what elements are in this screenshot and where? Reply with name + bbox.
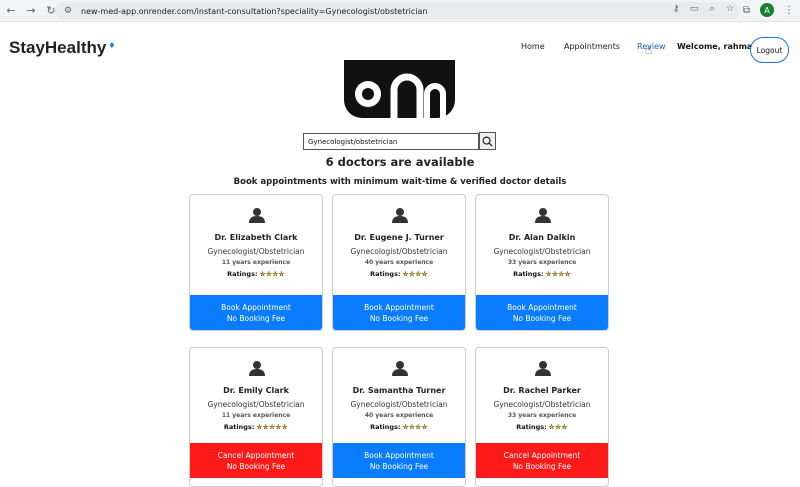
doctor-experience: 11 years experience (221, 412, 291, 419)
cancel-appointment-button[interactable]: Cancel Appointment No Booking Fee (476, 443, 608, 478)
forward-icon[interactable]: → (22, 2, 40, 20)
star-rating-icon: ★★★★★ (256, 423, 289, 431)
star-rating-icon: ★★★★ (545, 270, 571, 278)
ratings-label: Ratings: (513, 270, 544, 278)
booking-fee-label: No Booking Fee (369, 461, 429, 471)
cast-icon[interactable]: ▭ (688, 4, 700, 14)
doctor-card: Dr. Emily Clark Gynecologist/Obstetricia… (189, 347, 323, 487)
cancel-appointment-button[interactable]: Cancel Appointment No Booking Fee (190, 443, 322, 478)
booking-fee-label: No Booking Fee (512, 461, 572, 471)
doctor-speciality: Gynecologist/Obstetrician (350, 400, 448, 409)
person-icon (249, 208, 265, 223)
mouse-pointer-icon: ☝ (645, 43, 653, 57)
doctor-rating: Ratings: ★★★★★ (190, 423, 322, 431)
doctor-experience: 33 years experience (507, 412, 577, 419)
doctor-card: Dr. Alan Dalkin Gynecologist/Obstetricia… (475, 194, 609, 331)
menu-kebab-icon[interactable]: ⋮ (784, 5, 794, 16)
doctor-speciality: Gynecologist/Obstetrician (493, 400, 591, 409)
ratings-label: Ratings: (223, 423, 255, 431)
nav-appointments-link[interactable]: Appointments (564, 42, 620, 51)
person-icon (392, 361, 408, 376)
password-key-icon[interactable]: ⚷ (670, 4, 682, 14)
doctor-name: Dr. Eugene J. Turner (354, 233, 444, 242)
doctor-experience: 33 years experience (507, 259, 577, 266)
book-appointment-button[interactable]: Book Appointment No Booking Fee (333, 443, 465, 478)
ratings-label: Ratings: (370, 423, 401, 431)
zoom-icon[interactable]: ⌕ (706, 4, 718, 14)
booking-fee-label: No Booking Fee (226, 313, 286, 323)
speciality-search-input[interactable]: Gynecologist/obstetrician (303, 133, 479, 150)
back-icon[interactable]: ← (2, 2, 20, 20)
site-info-icon[interactable]: ⚙ (61, 4, 75, 18)
action-label: Book Appointment (221, 302, 291, 312)
booking-fee-label: No Booking Fee (226, 461, 286, 471)
doctor-name: Dr. Emily Clark (223, 386, 289, 395)
star-rating-icon: ★★★★ (402, 423, 428, 431)
results-subtitle: Book appointments with minimum wait-time… (233, 177, 567, 187)
doctor-speciality: Gynecologist/Obstetrician (493, 247, 591, 256)
star-rating-icon: ★★★ (548, 423, 568, 431)
doctor-name: Dr. Alan Dalkin (508, 233, 576, 242)
action-label: Cancel Appointment (503, 450, 581, 460)
doctor-rating: Ratings: ★★★★ (190, 270, 322, 278)
ratings-label: Ratings: (227, 270, 258, 278)
book-appointment-button[interactable]: Book Appointment No Booking Fee (190, 295, 322, 330)
book-appointment-button[interactable]: Book Appointment No Booking Fee (476, 295, 608, 330)
doctor-speciality: Gynecologist/Obstetrician (350, 247, 448, 256)
star-rating-icon: ★★★★ (259, 270, 285, 278)
doctor-speciality: Gynecologist/Obstetrician (207, 400, 305, 409)
stethoscope-logo-icon (342, 60, 457, 122)
url-text: new-med-app.onrender.com/instant-consult… (81, 6, 428, 16)
extensions-icon[interactable]: ⧉ (743, 5, 750, 16)
doctor-experience: 40 years experience (364, 259, 434, 266)
nav-home-link[interactable]: Home (521, 42, 545, 51)
action-label: Book Appointment (364, 450, 434, 460)
logout-button[interactable]: Logout (750, 37, 789, 63)
person-icon (392, 208, 408, 223)
address-bar[interactable]: ⚙ new-med-app.onrender.com/instant-consu… (55, 2, 740, 20)
brand-person-icon: ♦ (109, 39, 115, 51)
doctor-name: Dr. Samantha Turner (352, 386, 446, 395)
bookmark-star-icon[interactable]: ☆ (724, 4, 736, 14)
brand-name: StayHealthy (9, 38, 107, 57)
booking-fee-label: No Booking Fee (512, 313, 572, 323)
person-icon (535, 208, 551, 223)
doctor-name: Dr. Elizabeth Clark (214, 233, 298, 242)
person-icon (249, 361, 265, 376)
doctor-speciality: Gynecologist/Obstetrician (207, 247, 305, 256)
doctor-card: Dr. Elizabeth Clark Gynecologist/Obstetr… (189, 194, 323, 331)
doctor-count-heading: 6 doctors are available (325, 155, 475, 169)
action-label: Book Appointment (364, 302, 434, 312)
action-label: Book Appointment (507, 302, 577, 312)
ratings-label: Ratings: (370, 270, 401, 278)
star-rating-icon: ★★★★ (402, 270, 428, 278)
doctor-experience: 40 years experience (364, 412, 434, 419)
booking-fee-label: No Booking Fee (369, 313, 429, 323)
action-label: Cancel Appointment (217, 450, 295, 460)
browser-toolbar: ← → ↻ ⚙ new-med-app.onrender.com/instant… (0, 0, 800, 22)
doctor-rating: Ratings: ★★★ (476, 423, 608, 431)
doctor-rating: Ratings: ★★★★ (476, 270, 608, 278)
doctor-name: Dr. Rachel Parker (503, 386, 581, 395)
person-icon (535, 361, 551, 376)
ratings-label: Ratings: (516, 423, 547, 431)
doctor-rating: Ratings: ★★★★ (333, 423, 465, 431)
doctor-experience: 11 years experience (221, 259, 291, 266)
profile-avatar[interactable]: A (760, 3, 774, 17)
doctor-card: Dr. Eugene J. Turner Gynecologist/Obstet… (332, 194, 466, 331)
search-icon (482, 136, 493, 147)
search-button[interactable] (479, 132, 496, 150)
doctor-rating: Ratings: ★★★★ (333, 270, 465, 278)
doctor-card: Dr. Samantha Turner Gynecologist/Obstetr… (332, 347, 466, 487)
welcome-text: Welcome, rahmat (677, 42, 757, 51)
book-appointment-button[interactable]: Book Appointment No Booking Fee (333, 295, 465, 330)
doctor-card: Dr. Rachel Parker Gynecologist/Obstetric… (475, 347, 609, 487)
brand-logo[interactable]: StayHealthy ♦ (9, 38, 114, 58)
